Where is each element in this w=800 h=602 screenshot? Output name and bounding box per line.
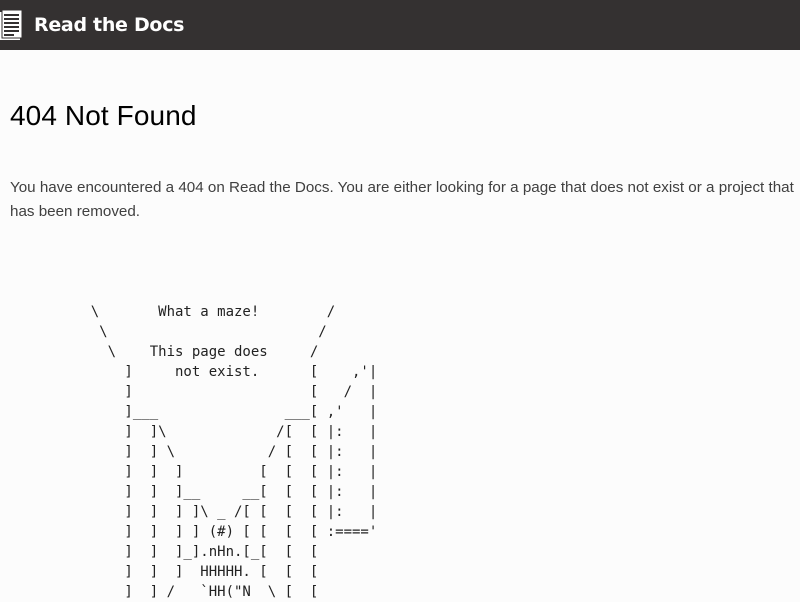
ascii-maze-art: \ What a maze! / \ / \ This page does / … — [90, 304, 378, 600]
brand-name: Read the Docs — [34, 14, 185, 36]
top-navigation-bar: Read the Docs — [0, 0, 800, 50]
page-title: 404 Not Found — [10, 100, 197, 131]
document-book-icon — [0, 8, 26, 42]
error-message: You have encountered a 404 on Read the D… — [10, 179, 794, 220]
read-the-docs-logo-link[interactable]: Read the Docs — [0, 0, 184, 50]
